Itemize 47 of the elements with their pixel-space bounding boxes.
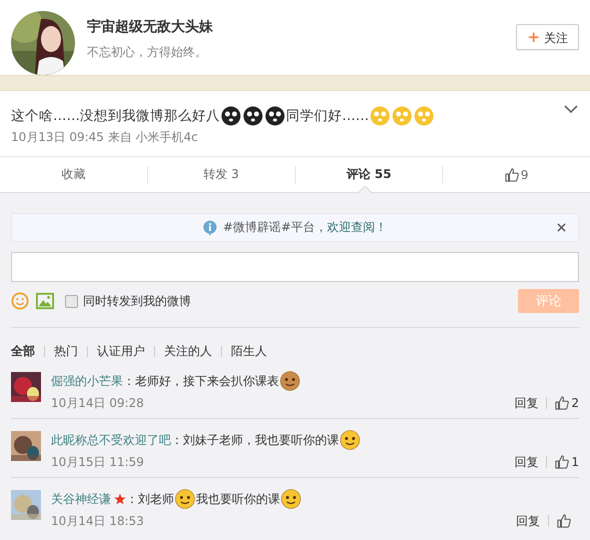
post-text: 这个啥……没想到我微博那么好八 同学们好……	[11, 105, 435, 127]
reply-link[interactable]: 回复	[516, 512, 540, 530]
action-tab[interactable]: 评论 55	[346, 166, 392, 183]
info-icon	[202, 220, 217, 236]
smiley-emoji-icon	[414, 106, 434, 126]
comment-time: 10月14日 09:28	[51, 394, 145, 412]
chevron-down-icon[interactable]	[564, 105, 578, 113]
smiley-icon[interactable]	[11, 292, 29, 310]
filter-tab[interactable]: 热门	[54, 342, 78, 360]
post-meta: 10月13日 09:45 来自 小米手机4c	[11, 129, 199, 146]
reply-link[interactable]: 回复	[514, 454, 538, 470]
close-icon[interactable]	[557, 223, 566, 232]
thumbs-up-icon	[504, 168, 519, 182]
commenter-name[interactable]: 关谷神经谦	[51, 490, 111, 508]
action-tab[interactable]: 收藏	[61, 166, 86, 183]
repost-checkbox[interactable]	[65, 294, 78, 308]
round-eyes-emoji-icon	[243, 106, 263, 126]
comment-time: 10月14日 18:53	[51, 512, 145, 530]
notice-text: #微博辟谣#平台，	[222, 219, 328, 236]
comment-text: ：刘老师	[126, 490, 174, 508]
comment-text: ：刘妹子老师，我也要听你的课	[171, 432, 339, 448]
smiley-emoji-icon	[175, 489, 195, 509]
filter-tab[interactable]: 认证用户	[97, 342, 145, 360]
comment-text: ：老师好，接下来会扒你课表	[123, 372, 279, 390]
round-eyes-emoji-icon	[265, 106, 285, 126]
filter-tab[interactable]: 全部	[11, 342, 35, 360]
reply-link[interactable]: 回复	[514, 394, 538, 412]
filter-tab[interactable]: 陌生人	[231, 342, 267, 360]
comment-input[interactable]	[11, 252, 579, 282]
user-bio: 不忘初心，方得始终。	[87, 44, 208, 60]
commenter-name[interactable]: 倔强的小芒果	[51, 372, 123, 390]
smiley-emoji-icon	[281, 489, 301, 509]
user-name[interactable]: 宇宙超级无敌大头妹	[87, 18, 516, 36]
smiley-emoji-icon	[370, 106, 390, 126]
follow-button[interactable]: + 关注	[516, 24, 579, 50]
action-tab[interactable]: 转发 3	[203, 166, 239, 183]
notice-link[interactable]: 欢迎查阅！	[327, 219, 388, 236]
star-icon	[114, 493, 126, 505]
comment-time: 10月15日 11:59	[51, 454, 145, 470]
action-tab[interactable]: 9	[504, 168, 528, 182]
image-icon[interactable]	[36, 292, 54, 310]
round-eyes-emoji-icon	[221, 106, 241, 126]
repost-label: 同时转发到我的微博	[83, 292, 191, 310]
commenter-name[interactable]: 此昵称总不受欢迎了吧	[51, 432, 171, 448]
smiley-emoji-icon	[392, 106, 412, 126]
filter-tab[interactable]: 关注的人	[164, 342, 212, 360]
comment-text: 我也要听你的课	[196, 490, 280, 508]
